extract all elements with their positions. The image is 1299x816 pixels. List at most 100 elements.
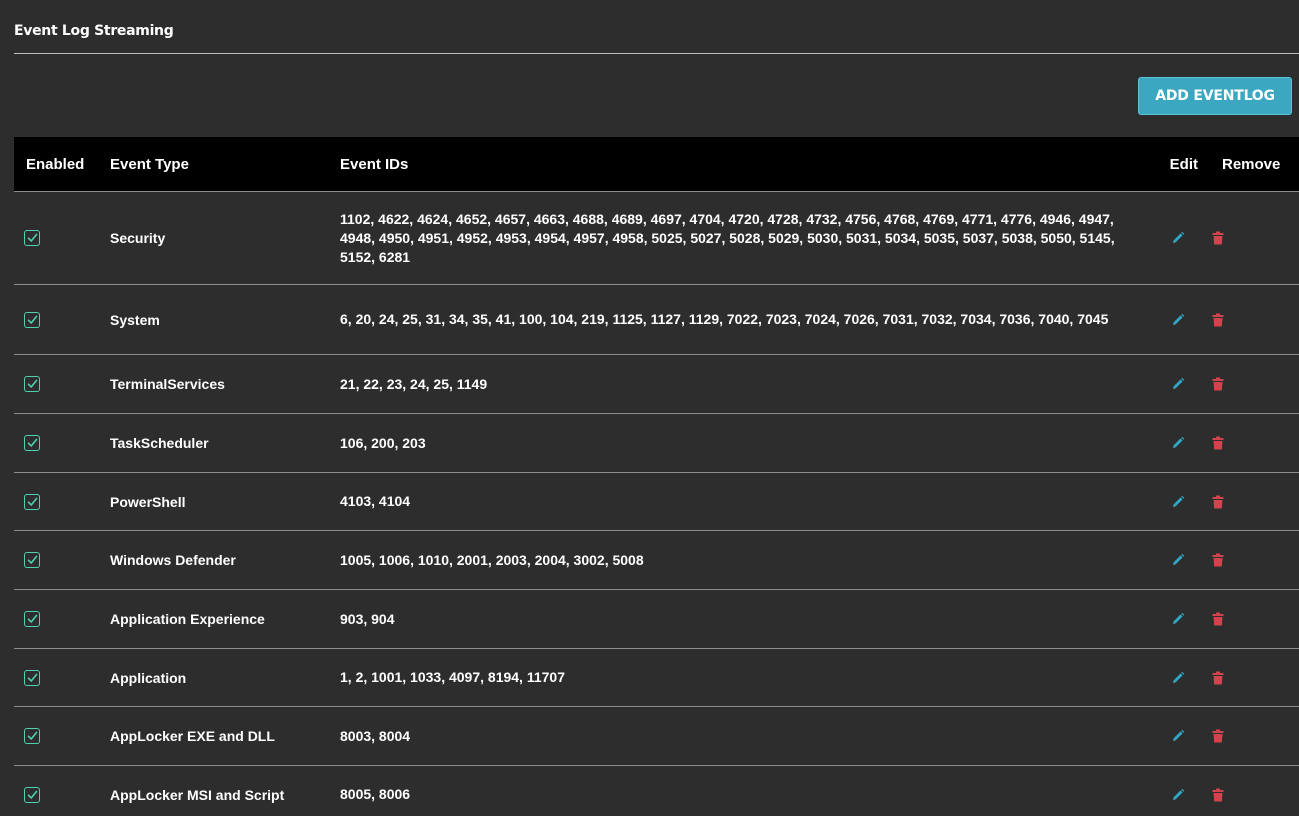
remove-button[interactable] — [1212, 729, 1224, 743]
table-row: Application Experience 903, 904 — [14, 589, 1299, 648]
remove-cell — [1206, 436, 1299, 450]
trash-icon — [1212, 729, 1224, 743]
enabled-cell — [14, 493, 110, 510]
edit-cell — [1150, 231, 1206, 245]
table-row: Windows Defender 1005, 1006, 1010, 2001, … — [14, 530, 1299, 589]
pencil-icon — [1173, 231, 1185, 243]
edit-button[interactable] — [1171, 377, 1185, 391]
edit-cell — [1150, 377, 1206, 391]
event-ids-cell: 4103, 4104 — [340, 493, 411, 509]
event-ids-cell: 8005, 8006 — [340, 786, 411, 802]
table-row: TaskScheduler 106, 200, 203 — [14, 413, 1299, 472]
edit-button[interactable] — [1171, 788, 1185, 802]
event-type-cell: Application Experience — [110, 611, 265, 627]
enabled-checkbox[interactable] — [24, 669, 40, 686]
event-type-cell: TaskScheduler — [110, 435, 209, 451]
remove-button[interactable] — [1212, 553, 1224, 567]
table-row: TerminalServices 21, 22, 23, 24, 25, 1149 — [14, 354, 1299, 413]
column-header-edit: Edit — [1169, 155, 1198, 173]
enabled-checkbox[interactable] — [24, 493, 40, 510]
edit-cell — [1150, 671, 1206, 685]
event-ids-cell: 8003, 8004 — [340, 727, 411, 744]
remove-button[interactable] — [1212, 671, 1224, 685]
event-ids-cell: 106, 200, 203 — [340, 434, 426, 451]
pencil-icon — [1173, 377, 1185, 389]
trash-icon — [1212, 313, 1224, 326]
column-header-event-ids[interactable]: Event IDs — [340, 156, 1150, 173]
remove-cell — [1206, 729, 1299, 743]
table-row: PowerShell 4103, 4104 — [14, 472, 1299, 530]
edit-button[interactable] — [1171, 729, 1185, 743]
enabled-checkbox[interactable] — [24, 611, 40, 627]
pencil-icon — [1173, 553, 1185, 565]
event-type-cell: AppLocker EXE and DLL — [110, 728, 275, 744]
event-type-cell: Windows Defender — [110, 552, 236, 568]
trash-icon — [1212, 612, 1224, 626]
enabled-checkbox[interactable] — [24, 376, 40, 392]
table-row: AppLocker MSI and Script 8005, 8006 — [14, 765, 1299, 816]
enabled-checkbox[interactable] — [24, 435, 40, 451]
table-row: Application 1, 2, 1001, 1033, 4097, 8194,… — [14, 648, 1299, 706]
remove-button[interactable] — [1212, 436, 1224, 450]
event-type-cell: PowerShell — [110, 493, 186, 510]
checkmark-icon — [27, 614, 37, 623]
pencil-icon — [1173, 729, 1185, 741]
remove-button[interactable] — [1212, 231, 1224, 245]
event-type-cell: TerminalServices — [110, 376, 225, 392]
checkmark-icon — [27, 315, 37, 324]
edit-button[interactable] — [1171, 612, 1185, 626]
event-type-cell: Application — [110, 669, 187, 686]
remove-button[interactable] — [1212, 788, 1224, 802]
checkmark-icon — [27, 379, 37, 388]
enabled-checkbox[interactable] — [24, 311, 40, 328]
edit-button[interactable] — [1171, 313, 1185, 327]
enabled-checkbox[interactable] — [24, 728, 40, 744]
pencil-icon — [1173, 788, 1185, 800]
checkmark-icon — [27, 438, 37, 447]
remove-button[interactable] — [1212, 377, 1224, 391]
panel-header: Event Log Streaming — [14, 22, 1299, 54]
edit-cell — [1150, 495, 1206, 509]
event-ids-cell: 1005, 1006, 1010, 2001, 2003, 2004, 3002… — [340, 551, 644, 568]
remove-cell — [1206, 671, 1299, 685]
remove-cell — [1206, 788, 1299, 802]
trash-icon — [1212, 671, 1224, 684]
trash-icon — [1212, 231, 1224, 245]
checkmark-icon — [27, 731, 37, 740]
edit-button[interactable] — [1171, 671, 1185, 685]
enabled-checkbox[interactable] — [24, 230, 40, 246]
remove-button[interactable] — [1212, 495, 1224, 509]
event-log-streaming-panel: Event Log Streaming ADD EVENTLOG Enabled… — [0, 0, 1299, 816]
remove-button[interactable] — [1212, 313, 1224, 327]
remove-cell — [1206, 553, 1299, 567]
table-header: Enabled Event Type Event IDs Edit Remove — [14, 137, 1299, 191]
enabled-checkbox[interactable] — [24, 786, 40, 803]
trash-icon — [1212, 495, 1224, 508]
column-header-enabled[interactable]: Enabled — [14, 156, 110, 173]
checkmark-icon — [27, 790, 37, 799]
enabled-cell — [14, 611, 110, 627]
remove-cell — [1206, 612, 1299, 626]
column-header-event-type[interactable]: Event Type — [110, 156, 340, 173]
event-type-cell: System — [110, 311, 160, 328]
edit-cell — [1150, 436, 1206, 450]
checkmark-icon — [27, 233, 37, 242]
edit-button[interactable] — [1171, 436, 1185, 450]
remove-cell — [1206, 377, 1299, 391]
edit-cell — [1150, 729, 1206, 743]
pencil-icon — [1173, 495, 1185, 507]
enabled-cell — [14, 311, 110, 328]
pencil-icon — [1173, 313, 1185, 325]
edit-cell — [1150, 612, 1206, 626]
remove-cell — [1206, 495, 1299, 509]
enabled-checkbox[interactable] — [24, 552, 40, 568]
event-log-table: Enabled Event Type Event IDs Edit Remove… — [14, 137, 1299, 816]
event-ids-cell: 6, 20, 24, 25, 31, 34, 35, 41, 100, 104,… — [340, 311, 1109, 327]
edit-button[interactable] — [1171, 553, 1185, 567]
event-ids-cell: 1102, 4622, 4624, 4652, 4657, 4663, 4688… — [340, 210, 1115, 265]
add-eventlog-button[interactable]: ADD EVENTLOG — [1138, 77, 1292, 115]
remove-button[interactable] — [1212, 612, 1224, 626]
edit-button[interactable] — [1171, 495, 1185, 509]
enabled-cell — [14, 786, 110, 803]
edit-button[interactable] — [1171, 231, 1185, 245]
